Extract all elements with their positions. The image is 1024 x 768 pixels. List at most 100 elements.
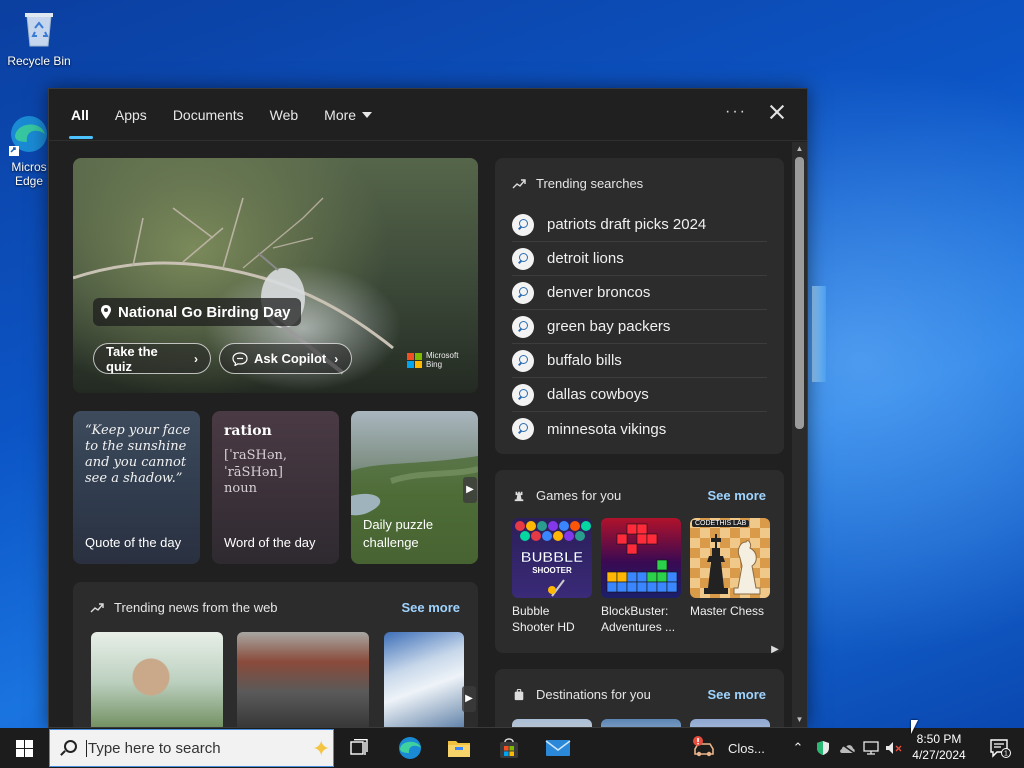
trending-search-item[interactable]: denver broncos — [512, 276, 767, 310]
tab-all[interactable]: All — [69, 89, 93, 141]
quote-text: “Keep your face to the sunshine and you … — [85, 423, 191, 486]
close-icon[interactable] — [765, 100, 789, 124]
taskbar-running-app[interactable]: Clos... — [692, 728, 782, 768]
taskbar-edge-button[interactable] — [386, 728, 434, 768]
show-hidden-icons-button[interactable]: ⌃ — [786, 728, 810, 768]
take-quiz-button[interactable]: Take the quiz › — [93, 343, 211, 374]
volume-muted-icon — [886, 742, 902, 754]
more-options-button[interactable]: ··· — [725, 103, 747, 121]
destinations-header: Destinations for you — [512, 687, 651, 702]
news-thumbnail-3[interactable] — [384, 632, 464, 727]
task-view-icon — [350, 739, 368, 755]
trending-search-item[interactable]: buffalo bills — [512, 344, 767, 378]
edge-icon — [7, 112, 51, 156]
master-chess-thumbnail: CODETHIS LAB — [690, 518, 770, 598]
scroll-down-icon[interactable]: ▼ — [794, 715, 805, 724]
scrollbar-thumb[interactable] — [795, 157, 804, 429]
bubble-logo-line-1: BUBBLE — [521, 549, 584, 566]
scroll-up-icon[interactable]: ▲ — [794, 144, 805, 153]
windows-logo-light — [812, 286, 826, 382]
news-see-more-link[interactable]: See more — [401, 600, 460, 615]
take-quiz-label: Take the quiz — [106, 343, 158, 374]
brand-line-1: Microsoft — [426, 351, 459, 360]
chevron-down-icon — [362, 111, 373, 118]
clock-date: 4/27/2024 — [912, 748, 966, 762]
destinations-section: Destinations for you See more — [495, 669, 784, 727]
destination-thumbnail-1[interactable] — [512, 719, 592, 727]
trending-news-title: Trending news from the web — [114, 600, 278, 615]
recycle-bin-icon — [17, 6, 61, 50]
trending-search-item[interactable]: minnesota vikings — [512, 412, 767, 446]
trending-search-item[interactable]: green bay packers — [512, 310, 767, 344]
network-tray-icon[interactable] — [860, 728, 882, 768]
tab-apps[interactable]: Apps — [115, 89, 147, 141]
task-view-button[interactable] — [336, 728, 384, 768]
daily-puzzle-card[interactable]: Daily puzzle challenge — [351, 411, 478, 564]
trending-search-item[interactable]: dallas cowboys — [512, 378, 767, 412]
game-name: Master Chess — [690, 604, 765, 618]
action-center-button[interactable]: 1 — [980, 728, 1020, 768]
cloud-offline-icon — [839, 742, 855, 754]
search-icon — [512, 247, 534, 270]
game-tile-master-chess[interactable]: CODETHIS LAB Master Chess — [690, 518, 770, 619]
chevron-up-icon: ⌃ — [792, 740, 804, 755]
search-icon — [512, 213, 534, 236]
news-thumbnail-1[interactable] — [91, 632, 223, 727]
volume-tray-icon[interactable] — [884, 728, 904, 768]
ask-copilot-button[interactable]: Ask Copilot › — [219, 343, 352, 374]
chat-bubble-icon — [232, 351, 248, 366]
microsoft-bing-logo: Microsoft Bing — [407, 351, 458, 369]
cards-next-arrow-icon[interactable]: ▶ — [463, 477, 477, 503]
destinations-see-more-link[interactable]: See more — [707, 687, 766, 702]
chess-rook-icon — [514, 491, 524, 501]
destination-thumbnail-2[interactable] — [601, 719, 681, 727]
taskbar-search-box[interactable]: ✦ — [49, 729, 334, 767]
desktop-icon-recycle-bin[interactable]: Recycle Bin — [2, 6, 76, 68]
taskbar-file-explorer-button[interactable] — [435, 728, 483, 768]
trending-searches-title: Trending searches — [536, 176, 644, 191]
taskbar-clock[interactable]: 8:50 PM 4/27/2024 — [904, 731, 974, 763]
word-of-the-day-card[interactable]: ration [ˈraSHən, ˈrāSHən] noun Word of t… — [212, 411, 339, 564]
games-header: Games for you — [512, 488, 621, 503]
games-see-more-link[interactable]: See more — [707, 488, 766, 503]
mail-icon — [545, 740, 571, 756]
search-highlight-sparkle-icon[interactable]: ✦ — [312, 736, 330, 762]
start-button[interactable] — [0, 728, 48, 768]
games-next-arrow-icon[interactable]: ▶ — [769, 637, 781, 663]
trending-search-text: green bay packers — [547, 318, 671, 335]
windows-security-tray-icon[interactable] — [812, 728, 834, 768]
hero-card[interactable]: National Go Birding Day Take the quiz › … — [73, 158, 478, 393]
news-next-arrow-icon[interactable]: ▶ — [462, 686, 476, 712]
destination-thumbnail-3[interactable] — [690, 719, 770, 727]
hero-title[interactable]: National Go Birding Day — [93, 298, 301, 326]
games-section: Games for you See more BUBBLE SHOOTER Bu… — [495, 470, 784, 653]
shield-icon — [817, 741, 829, 755]
onedrive-tray-icon[interactable] — [836, 728, 858, 768]
blockbuster-thumbnail — [601, 518, 681, 598]
taskbar-store-button[interactable] — [485, 728, 533, 768]
game-tile-bubble-shooter[interactable]: BUBBLE SHOOTER Bubble Shooter HD — [512, 518, 592, 635]
mouse-pointer-icon — [911, 720, 918, 734]
brand-line-2: Bing — [426, 360, 443, 369]
quote-of-the-day-card[interactable]: “Keep your face to the sunshine and you … — [73, 411, 200, 564]
news-thumbnail-2[interactable] — [237, 632, 369, 727]
search-icon — [512, 281, 534, 304]
trending-search-text: patriots draft picks 2024 — [547, 216, 707, 233]
running-app-label: Clos... — [728, 740, 765, 756]
taskbar-search-input[interactable] — [86, 739, 256, 757]
tab-more[interactable]: More — [324, 89, 373, 141]
tab-web[interactable]: Web — [270, 89, 299, 141]
edge-icon — [399, 737, 421, 759]
word-title: ration — [224, 423, 272, 439]
trending-arrow-icon — [90, 602, 104, 612]
game-tile-blockbuster[interactable]: BlockBuster: Adventures ... — [601, 518, 681, 635]
trending-search-item[interactable]: detroit lions — [512, 242, 767, 276]
search-icon — [512, 315, 534, 338]
tab-documents[interactable]: Documents — [173, 89, 244, 141]
quote-card-label: Quote of the day — [85, 535, 182, 550]
car-alert-icon — [693, 736, 714, 757]
trending-search-item[interactable]: patriots draft picks 2024 — [512, 208, 767, 242]
taskbar-mail-button[interactable] — [534, 728, 582, 768]
chevron-right-icon: › — [334, 351, 339, 366]
network-icon — [863, 741, 879, 755]
